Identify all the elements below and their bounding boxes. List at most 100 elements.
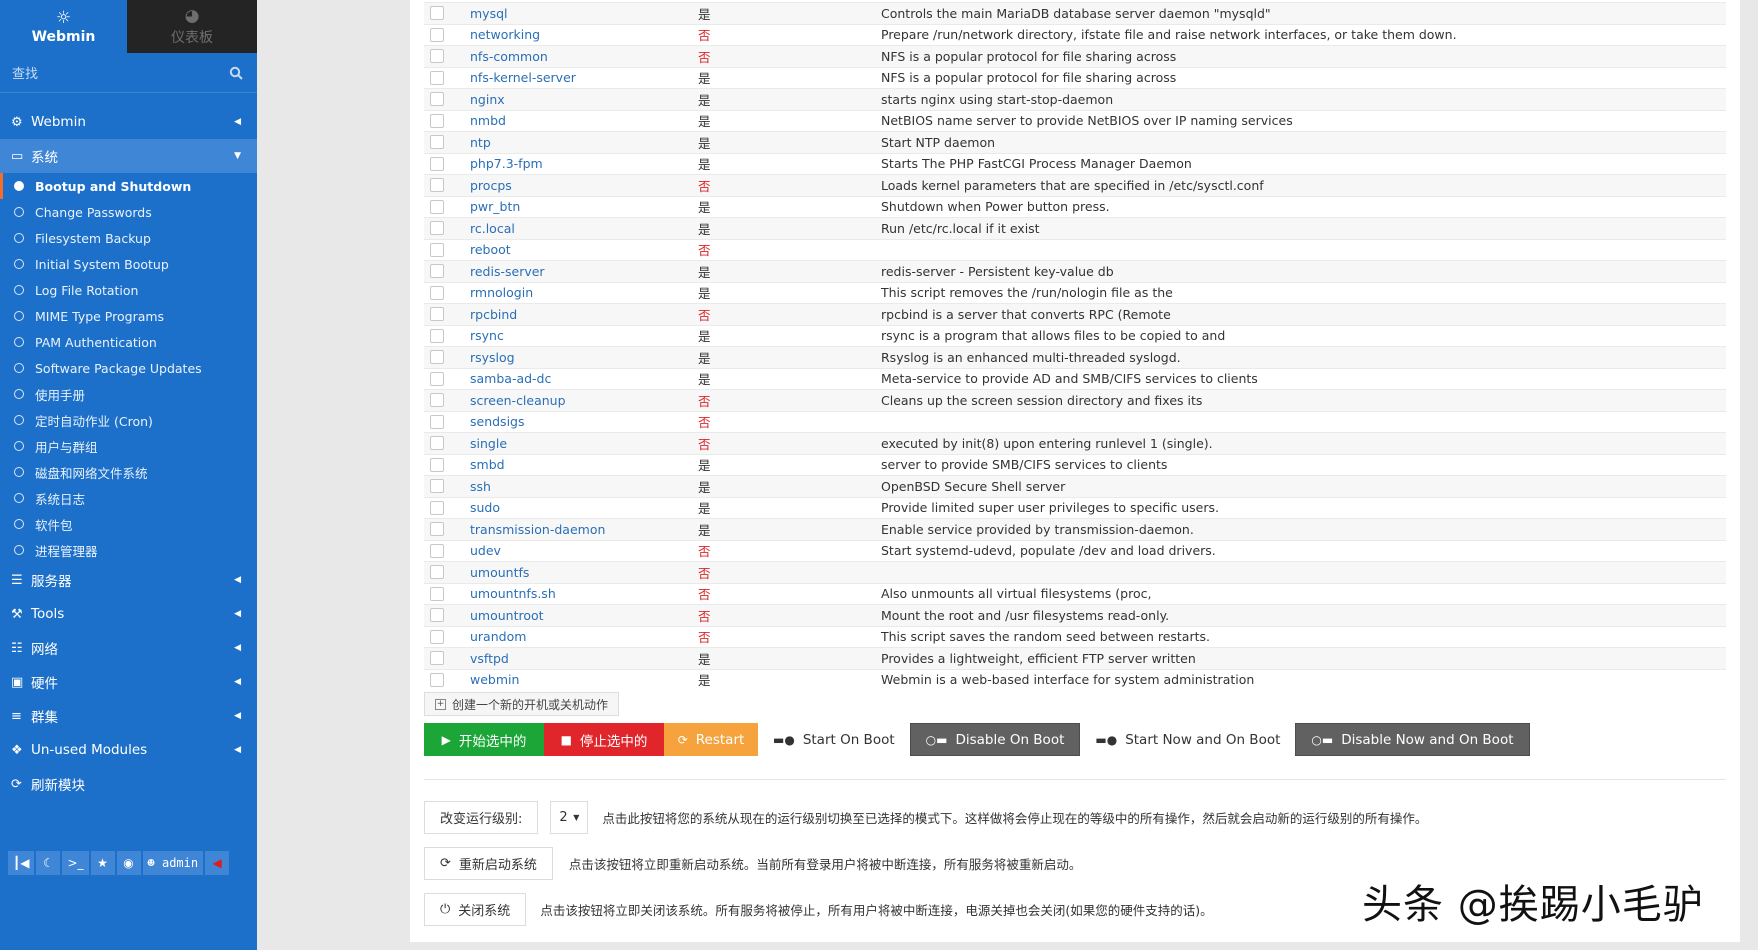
reboot-button[interactable]: ⟳ 重新启动系统: [424, 847, 553, 880]
row-checkbox[interactable]: [430, 371, 444, 386]
sidebar-search[interactable]: 查找: [0, 53, 257, 93]
restart-button[interactable]: ⟳ Restart: [664, 723, 758, 756]
row-checkbox[interactable]: [430, 608, 444, 623]
webmin-tab[interactable]: ☼ Webmin: [0, 0, 127, 53]
service-name-link[interactable]: webmin: [470, 672, 698, 687]
sidebar-item[interactable]: 磁盘和网络文件系统: [0, 459, 257, 485]
category-item[interactable]: ⟳ 刷新模块: [0, 767, 257, 801]
row-checkbox[interactable]: [430, 264, 444, 279]
row-checkbox[interactable]: [430, 221, 444, 236]
disable-on-boot-button[interactable]: ○▬ Disable On Boot: [909, 723, 1081, 756]
row-checkbox[interactable]: [430, 479, 444, 494]
create-action-link[interactable]: + 创建一个新的开机或关机动作: [424, 692, 620, 716]
service-name-link[interactable]: vsftpd: [470, 651, 698, 666]
shutdown-button[interactable]: ⏻ 关闭系统: [424, 893, 527, 926]
row-checkbox[interactable]: [430, 543, 444, 558]
sidebar-item[interactable]: Log File Rotation: [0, 277, 257, 303]
service-name-link[interactable]: reboot: [470, 242, 698, 257]
row-checkbox[interactable]: [430, 651, 444, 666]
service-name-link[interactable]: rsync: [470, 328, 698, 343]
start-now-and-on-boot-button[interactable]: ▬● Start Now and On Boot: [1080, 723, 1296, 756]
row-checkbox[interactable]: [430, 6, 444, 21]
sidebar-item[interactable]: 进程管理器: [0, 537, 257, 563]
row-checkbox[interactable]: [430, 49, 444, 64]
row-checkbox[interactable]: [430, 135, 444, 150]
service-name-link[interactable]: sudo: [470, 500, 698, 515]
service-name-link[interactable]: ssh: [470, 479, 698, 494]
service-name-link[interactable]: urandom: [470, 629, 698, 644]
search-icon[interactable]: [229, 66, 243, 80]
sidebar-item[interactable]: 使用手册: [0, 381, 257, 407]
row-checkbox[interactable]: [430, 436, 444, 451]
service-name-link[interactable]: networking: [470, 27, 698, 42]
service-name-link[interactable]: udev: [470, 543, 698, 558]
user-menu[interactable]: ☻ admin: [142, 851, 204, 875]
row-checkbox[interactable]: [430, 285, 444, 300]
night-mode-icon[interactable]: ☾: [36, 851, 61, 875]
sidebar-item[interactable]: Change Passwords: [0, 199, 257, 225]
service-name-link[interactable]: php7.3-fpm: [470, 156, 698, 171]
service-name-link[interactable]: rc.local: [470, 221, 698, 236]
service-name-link[interactable]: mysql: [470, 6, 698, 21]
row-checkbox[interactable]: [430, 522, 444, 537]
change-runlevel-button[interactable]: 改变运行级别:: [424, 801, 539, 834]
service-name-link[interactable]: sendsigs: [470, 414, 698, 429]
star-icon[interactable]: ★: [90, 851, 115, 875]
row-checkbox[interactable]: [430, 328, 444, 343]
row-checkbox[interactable]: [430, 113, 444, 128]
service-name-link[interactable]: samba-ad-dc: [470, 371, 698, 386]
dashboard-tab[interactable]: ◕ 仪表板: [127, 0, 257, 53]
start-on-boot-button[interactable]: ▬● Start On Boot: [758, 723, 910, 756]
category-item[interactable]: ☰ 服务器 ◀: [0, 563, 257, 597]
category-item[interactable]: ≡ 群集 ◀: [0, 699, 257, 733]
category-webmin[interactable]: ⚙ Webmin ◀: [0, 105, 257, 139]
row-checkbox[interactable]: [430, 393, 444, 408]
start-selected-button[interactable]: ▶ 开始选中的: [424, 723, 544, 756]
sidebar-item[interactable]: 定时自动作业 (Cron): [0, 407, 257, 433]
sidebar-item[interactable]: MIME Type Programs: [0, 303, 257, 329]
row-checkbox[interactable]: [430, 565, 444, 580]
row-checkbox[interactable]: [430, 307, 444, 322]
category-item[interactable]: ▣ 硬件 ◀: [0, 665, 257, 699]
category-item[interactable]: ☷ 网络 ◀: [0, 631, 257, 665]
row-checkbox[interactable]: [430, 199, 444, 214]
row-checkbox[interactable]: [430, 350, 444, 365]
logout-icon[interactable]: ◀: [205, 851, 230, 875]
sidebar-item[interactable]: Bootup and Shutdown: [0, 173, 257, 199]
sidebar-item[interactable]: Software Package Updates: [0, 355, 257, 381]
sidebar-item[interactable]: 软件包: [0, 511, 257, 537]
stop-selected-button[interactable]: ■ 停止选中的: [544, 723, 664, 756]
service-name-link[interactable]: ntp: [470, 135, 698, 150]
row-checkbox[interactable]: [430, 414, 444, 429]
row-checkbox[interactable]: [430, 242, 444, 257]
service-name-link[interactable]: nfs-kernel-server: [470, 70, 698, 85]
service-name-link[interactable]: umountroot: [470, 608, 698, 623]
row-checkbox[interactable]: [430, 457, 444, 472]
collapse-icon[interactable]: ┃◀: [8, 851, 35, 875]
row-checkbox[interactable]: [430, 70, 444, 85]
service-name-link[interactable]: transmission-daemon: [470, 522, 698, 537]
sidebar-item[interactable]: Initial System Bootup: [0, 251, 257, 277]
service-name-link[interactable]: nmbd: [470, 113, 698, 128]
category-item[interactable]: ❖ Un-used Modules ◀: [0, 733, 257, 767]
service-name-link[interactable]: rpcbind: [470, 307, 698, 322]
row-checkbox[interactable]: [430, 92, 444, 107]
sidebar-item[interactable]: PAM Authentication: [0, 329, 257, 355]
row-checkbox[interactable]: [430, 629, 444, 644]
service-name-link[interactable]: rmnologin: [470, 285, 698, 300]
palette-icon[interactable]: ◉: [116, 851, 141, 875]
service-name-link[interactable]: rsyslog: [470, 350, 698, 365]
row-checkbox[interactable]: [430, 586, 444, 601]
category-item[interactable]: ⚒ Tools ◀: [0, 597, 257, 631]
service-name-link[interactable]: single: [470, 436, 698, 451]
row-checkbox[interactable]: [430, 178, 444, 193]
service-name-link[interactable]: umountfs: [470, 565, 698, 580]
service-name-link[interactable]: nginx: [470, 92, 698, 107]
row-checkbox[interactable]: [430, 156, 444, 171]
service-name-link[interactable]: screen-cleanup: [470, 393, 698, 408]
row-checkbox[interactable]: [430, 27, 444, 42]
service-name-link[interactable]: nfs-common: [470, 49, 698, 64]
category-system[interactable]: ▭ 系统 ▼: [0, 139, 257, 173]
service-name-link[interactable]: procps: [470, 178, 698, 193]
sidebar-item[interactable]: Filesystem Backup: [0, 225, 257, 251]
